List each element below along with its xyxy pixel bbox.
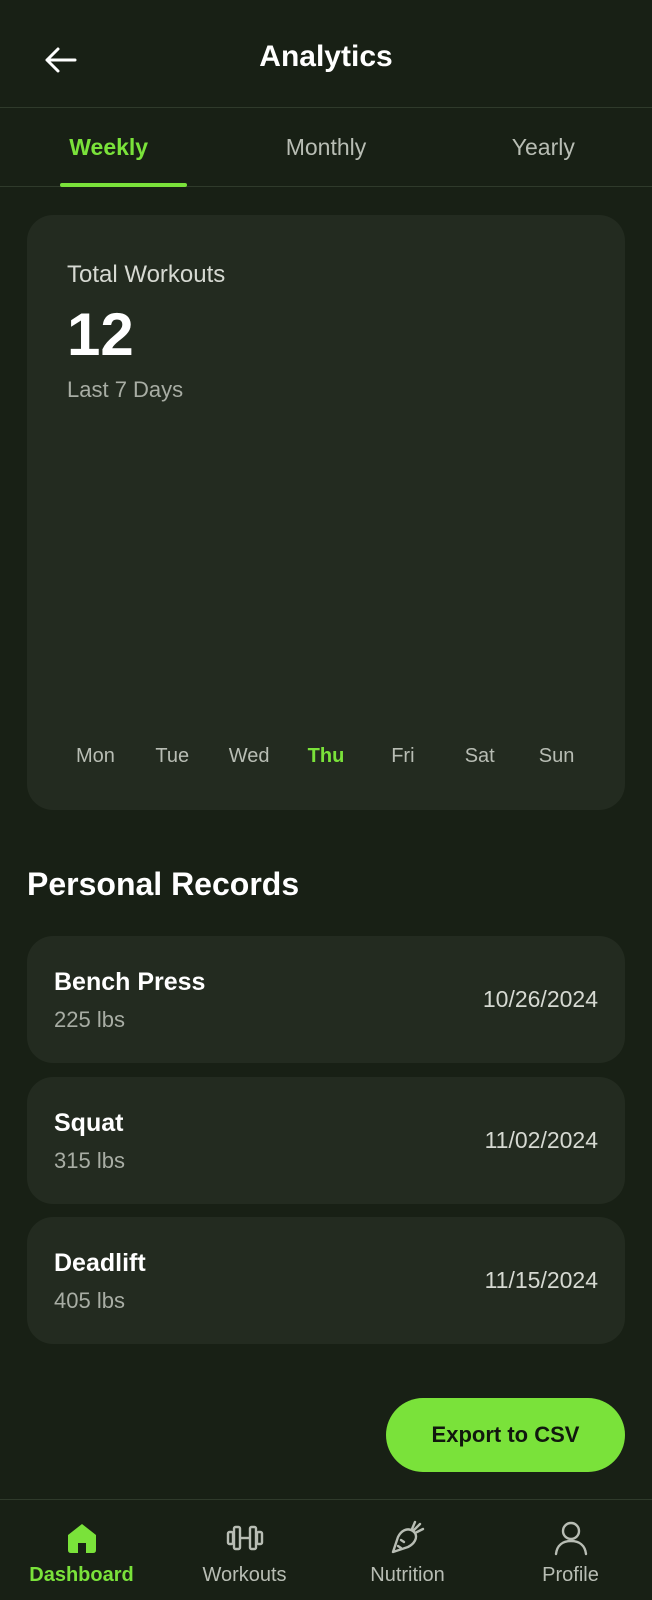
nav-label: Dashboard [29,1564,134,1586]
day-label-sun: Sun [538,745,575,767]
record-date: 11/15/2024 [484,1267,598,1293]
nav-dashboard[interactable]: Dashboard [0,1500,163,1600]
record-card-bench-press[interactable]: Bench Press 225 lbs 10/26/2024 [27,936,625,1063]
nav-profile[interactable]: Profile [489,1500,652,1600]
personal-records-heading: Personal Records [27,866,300,902]
record-name: Bench Press [54,968,206,996]
nav-workouts[interactable]: Workouts [163,1500,326,1600]
day-label-fri: Fri [391,745,415,767]
nav-nutrition[interactable]: Nutrition [326,1500,489,1600]
nav-label: Profile [542,1564,599,1586]
period-tabs: Weekly Monthly Yearly [0,108,652,187]
record-name: Squat [54,1109,124,1137]
day-axis: Mon Tue Wed Thu Fri Sat Sun [57,745,595,768]
record-weight: 315 lbs [54,1148,125,1173]
record-name: Deadlift [54,1249,146,1277]
page-title: Analytics [259,40,393,73]
total-workouts-value: 12 [67,301,134,368]
top-app-bar: Analytics [0,0,652,108]
total-workouts-card: Total Workouts 12 Last 7 Days Mon Tue We… [27,215,625,810]
record-date: 10/26/2024 [482,986,598,1012]
carrot-icon [388,1518,428,1558]
day-label-mon: Mon [75,745,115,767]
record-card-squat[interactable]: Squat 315 lbs 11/02/2024 [27,1077,625,1204]
total-workouts-label: Total Workouts [67,261,226,288]
day-label-thu: Thu [307,745,345,767]
period-label: Last 7 Days [67,377,184,402]
tab-yearly[interactable]: Yearly [435,108,652,186]
nav-label: Nutrition [370,1564,445,1586]
nav-label: Workouts [202,1564,287,1586]
day-label-tue: Tue [155,745,190,767]
record-weight: 405 lbs [54,1288,125,1313]
tab-monthly[interactable]: Monthly [217,108,434,186]
tab-weekly[interactable]: Weekly [0,108,217,187]
record-weight: 225 lbs [54,1007,125,1032]
bottom-navigation: Dashboard Workouts Nutrition Profile [0,1499,652,1600]
day-label-wed: Wed [228,745,270,767]
record-card-deadlift[interactable]: Deadlift 405 lbs 11/15/2024 [27,1217,625,1344]
export-csv-button[interactable]: Export to CSV [386,1398,625,1472]
dumbbell-icon [225,1518,265,1558]
record-date: 11/02/2024 [484,1127,598,1153]
person-icon [551,1518,591,1558]
day-label-sat: Sat [464,745,495,767]
home-icon [62,1518,102,1558]
